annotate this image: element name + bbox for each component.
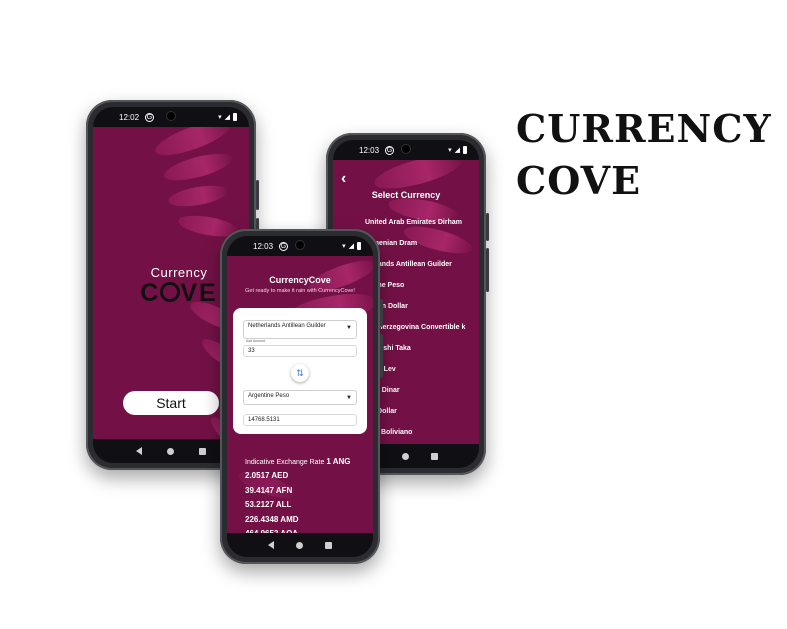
logo-text-left: C	[140, 279, 161, 307]
logo-text-right: VE	[180, 279, 218, 307]
signal-icon: ◢	[348, 243, 354, 250]
battery-icon	[357, 242, 361, 250]
currency-list-item[interactable]: entine Peso	[365, 275, 479, 296]
nav-home-icon[interactable]	[166, 447, 174, 455]
rate-list-item: 53.2127 ALL	[245, 500, 292, 509]
product-headline: CURRENCY COVE	[516, 103, 772, 207]
to-currency-select[interactable]: Argentine Peso ▼	[243, 390, 357, 405]
status-bar: 12:03 G ▾ ◢	[333, 140, 479, 160]
headline-line-2: COVE	[516, 158, 642, 203]
navigation-bar	[227, 533, 373, 557]
nav-recents-icon[interactable]	[325, 541, 332, 549]
back-arrow-icon[interactable]: ‹	[341, 170, 346, 188]
app-tagline: Get ready to make it rain with CurrencyC…	[245, 288, 355, 294]
rate-heading-text: Indicative Exchange Rate	[245, 459, 325, 466]
nav-recents-icon[interactable]	[199, 447, 207, 455]
currency-list-item[interactable]: United Arab Emirates Dirham	[365, 212, 479, 233]
status-bar: 12:03 G ▾ ◢	[227, 236, 373, 256]
nav-back-icon[interactable]	[135, 447, 142, 455]
logo-text-small: Currency	[150, 265, 208, 280]
from-currency-value: Netherlands Antillean Guilder	[248, 323, 326, 329]
app-logo: Currency C VE	[129, 265, 229, 306]
currency-list-item[interactable]: raini Dinar	[365, 380, 479, 401]
from-currency-select[interactable]: Netherlands Antillean Guilder ▼	[243, 320, 357, 339]
nav-home-icon[interactable]	[402, 452, 409, 460]
exchange-rate-heading: Indicative Exchange Rate 1 ANG	[245, 457, 351, 466]
headline-line-1: CURRENCY	[516, 106, 772, 151]
google-icon: G	[145, 112, 155, 122]
status-bar: 12:02 G ▾ ◢	[93, 107, 249, 127]
to-currency-value: Argentine Peso	[248, 393, 290, 399]
amount-input[interactable]: 33	[243, 345, 357, 357]
wifi-icon: ▾	[448, 147, 452, 154]
nav-back-icon[interactable]	[268, 541, 274, 549]
rate-list-item: 2.0517 AED	[245, 471, 289, 480]
camera-hole-icon	[167, 112, 175, 120]
start-button[interactable]: Start	[123, 391, 219, 415]
google-icon: G	[385, 145, 395, 155]
status-time: 12:03	[253, 241, 274, 251]
signal-icon: ◢	[454, 147, 460, 154]
page-title: Select Currency	[371, 190, 441, 200]
coin-icon	[160, 282, 181, 303]
app-name: CurrencyCove	[269, 275, 331, 285]
wifi-icon: ▾	[218, 114, 222, 121]
camera-hole-icon	[296, 241, 304, 249]
signal-icon: ◢	[224, 114, 230, 121]
google-icon: G	[279, 241, 289, 251]
amount-label: Add Amount	[246, 339, 266, 343]
nav-home-icon[interactable]	[296, 541, 303, 549]
currency-list-item[interactable]: nei Dollar	[365, 401, 479, 422]
rate-list: 2.0517 AED 39.4147 AFN 53.2127 ALL 226.4348…	[245, 469, 299, 542]
status-time: 12:02	[119, 112, 140, 122]
wifi-icon: ▾	[342, 243, 346, 250]
rate-list-item: 226.4348 AMD	[245, 514, 299, 524]
status-time: 12:03	[359, 145, 380, 155]
converter-phone: 12:03 G ▾ ◢ CurrencyCove Get ready to mak…	[220, 229, 383, 564]
currency-list-item[interactable]: vian Boliviano	[365, 422, 479, 443]
nav-recents-icon[interactable]	[431, 452, 438, 460]
chevron-down-icon: ▼	[346, 325, 352, 331]
swap-currencies-icon[interactable]: ⇅	[291, 364, 309, 382]
camera-hole-icon	[402, 145, 410, 153]
converter-card: Netherlands Antillean Guilder ▼ Add Amou…	[233, 308, 367, 434]
battery-icon	[463, 146, 467, 154]
battery-icon	[233, 113, 237, 121]
rate-list-item: 39.4147 AFN	[245, 485, 293, 495]
currency-list-item[interactable]: Armenian Dram	[365, 233, 479, 254]
chevron-down-icon: ▼	[346, 395, 352, 401]
currency-list-item[interactable]: herlands Antillean Guilder	[365, 254, 479, 275]
converter-screen: 12:03 G ▾ ◢ CurrencyCove Get ready to mak…	[227, 236, 373, 557]
result-field: 14768.5131	[243, 414, 357, 426]
rate-base: 1 ANG	[326, 457, 351, 466]
